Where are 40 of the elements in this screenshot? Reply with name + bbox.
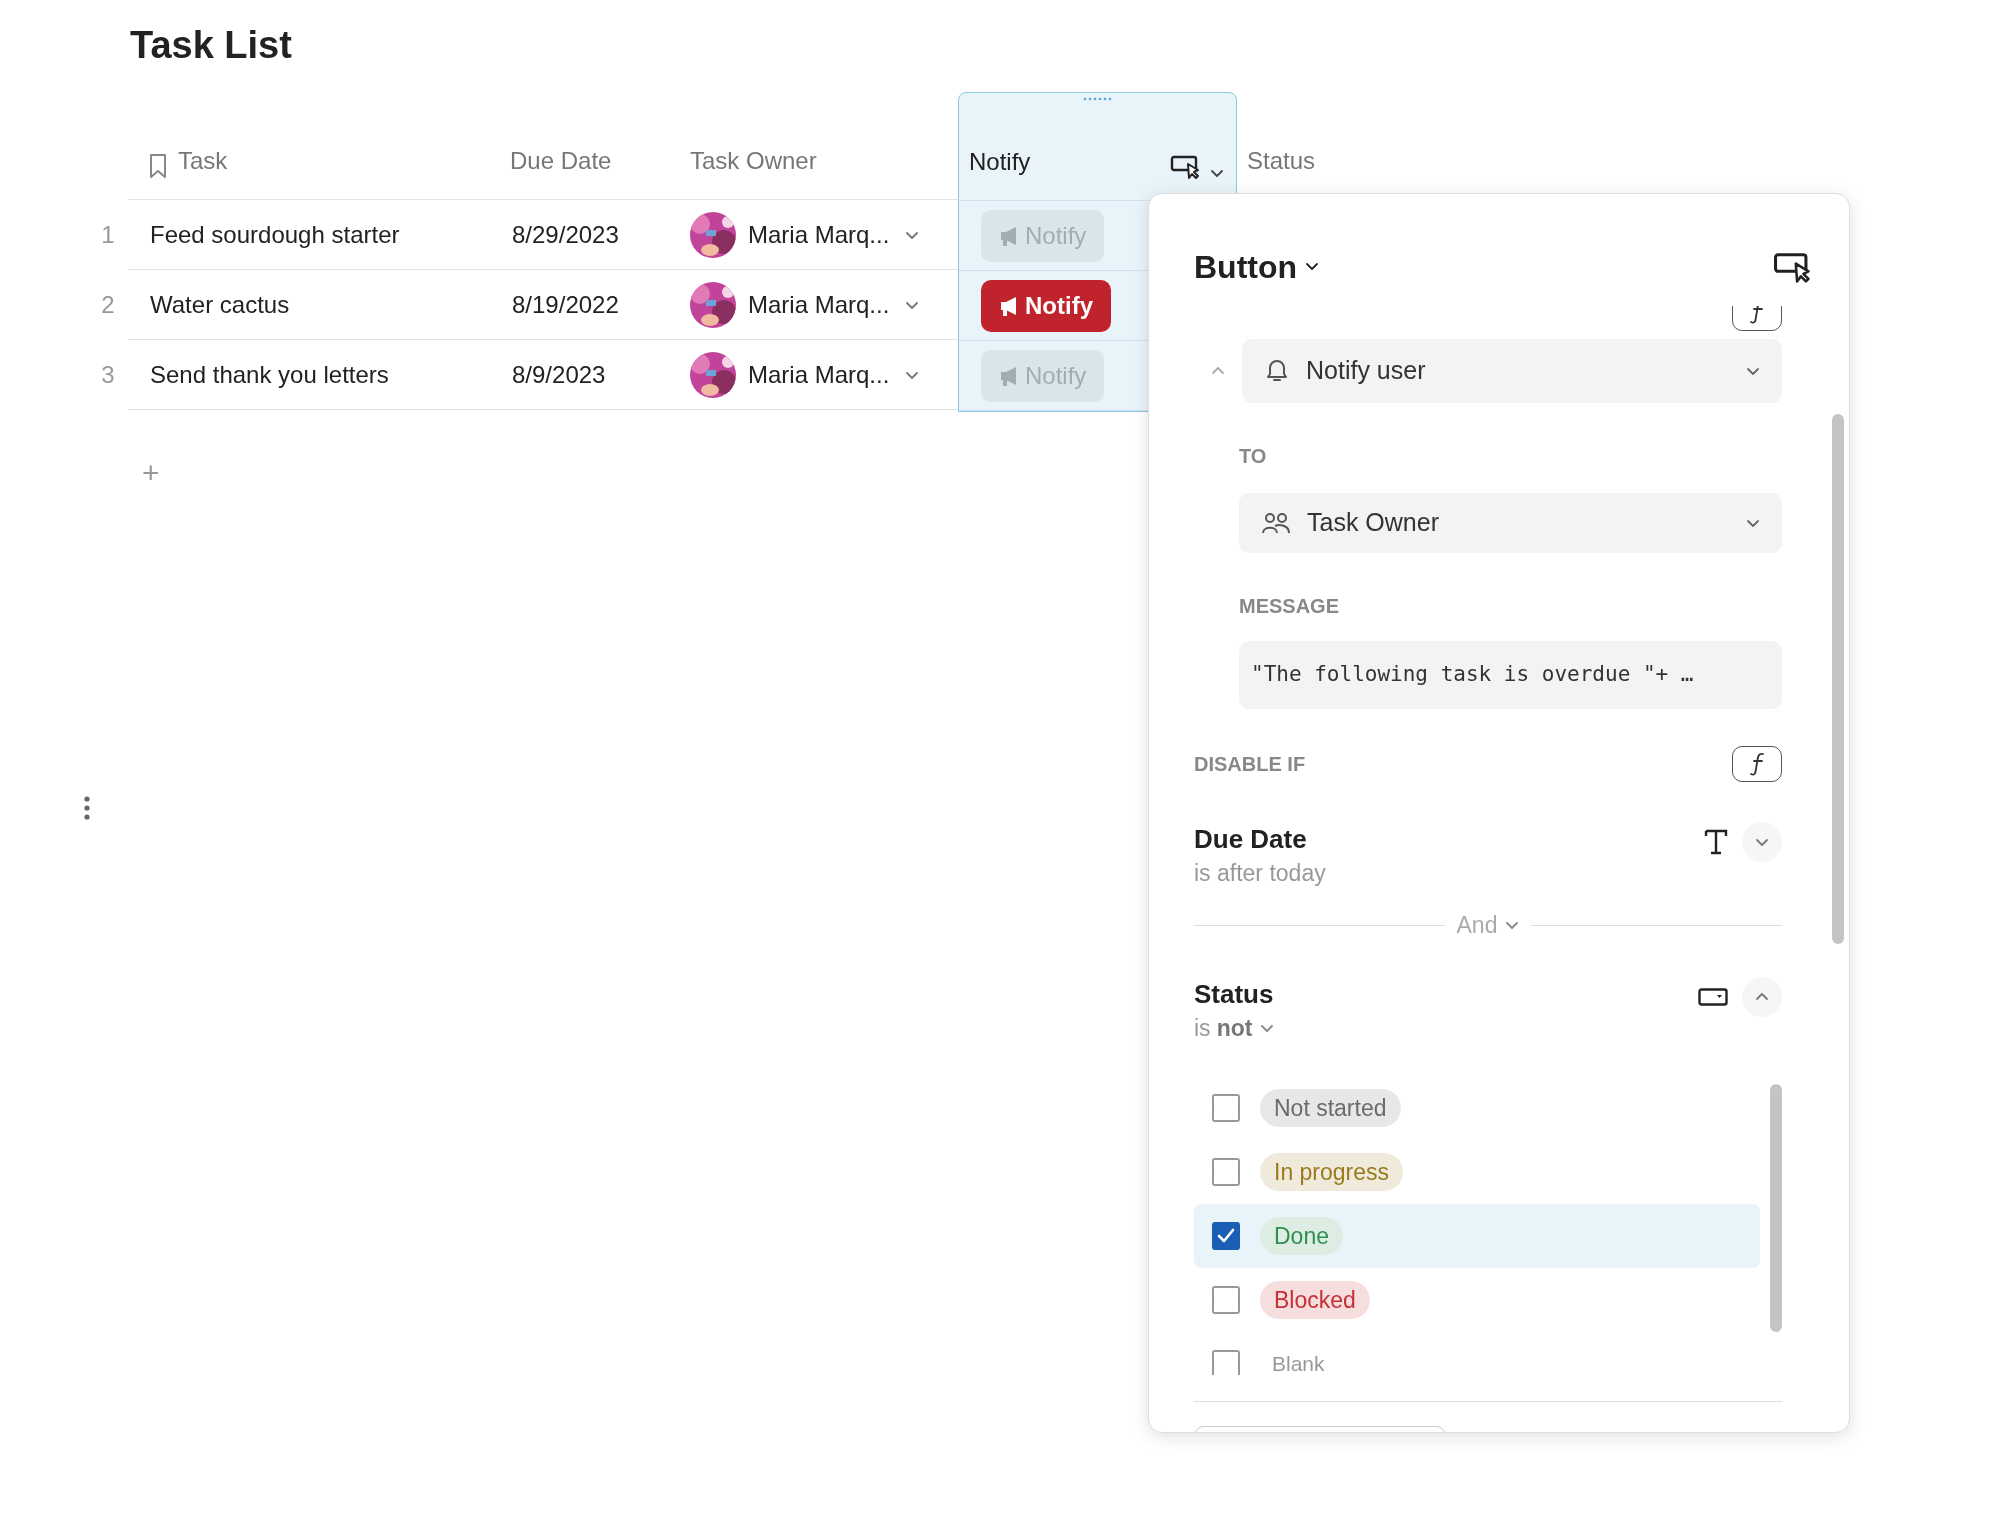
add-row-button[interactable]: + [142,456,160,490]
status-option[interactable]: Blank [1194,1331,1760,1375]
status-tag: Done [1260,1216,1343,1255]
condition-field: Status [1194,977,1274,1010]
task-name: Send thank you letters [150,359,389,390]
status-option[interactable]: Blocked [1194,1267,1760,1332]
row-number: 1 [101,219,115,250]
task-name: Feed sourdough starter [150,219,400,250]
status-label: Blank [1271,1350,1325,1375]
joiner-dropdown[interactable]: And [1456,908,1520,943]
owner-name: Maria Marq... [748,219,890,250]
action-dropdown[interactable]: Notify user [1242,339,1782,403]
row-number: 3 [101,359,115,390]
message-field[interactable]: "The following task is overdue "+ … [1239,641,1782,709]
page-title: Task List [130,23,292,68]
column-header[interactable]: Notify [969,144,1031,180]
column-header[interactable]: Task [178,143,228,179]
condition-rule[interactable]: is after today [1194,858,1326,888]
status-option[interactable]: Not started [1194,1075,1760,1140]
owner-name: Maria Marq... [748,289,890,320]
due-date: 8/9/2023 [512,359,606,390]
recipient-dropdown[interactable]: Task Owner [1239,493,1782,553]
status-tag: Not started [1260,1088,1401,1127]
due-date: 8/29/2023 [512,219,619,250]
column-header[interactable]: Due Date [510,143,612,179]
due-date: 8/19/2022 [512,289,619,320]
status-tag: In progress [1260,1152,1404,1191]
field-label: MESSAGE [1239,594,1340,619]
status-tag: Blocked [1260,1280,1370,1319]
notify-button[interactable]: Notify [981,279,1111,332]
row-number: 2 [101,289,115,320]
column-header[interactable]: Status [1247,143,1316,179]
column-header[interactable]: Task Owner [690,143,817,179]
owner-name: Maria Marq... [748,359,890,390]
status-option[interactable]: In progress [1194,1139,1760,1204]
condition-rule[interactable]: is not [1194,1012,1253,1043]
section-label: DISABLE IF [1194,752,1306,777]
field-label: TO [1239,444,1267,469]
task-name: Water cactus [150,289,290,320]
condition-field: Due Date [1194,823,1307,855]
